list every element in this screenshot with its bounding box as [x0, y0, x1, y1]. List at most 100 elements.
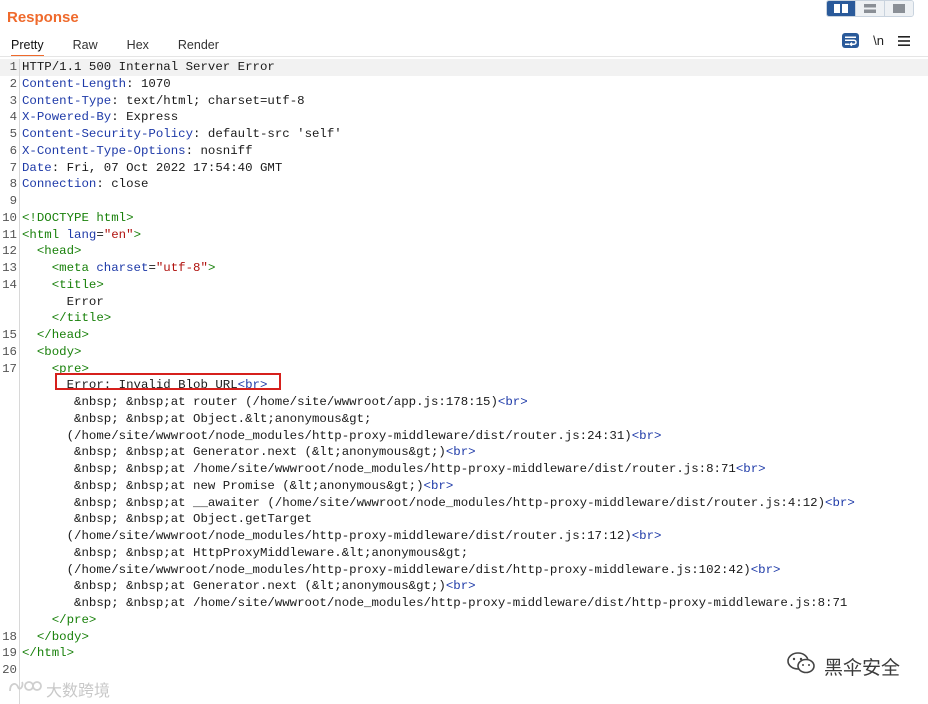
code-token: &nbsp; &nbsp;at /home/site/wwwroot/node_… [22, 596, 848, 610]
code-line: Error [0, 294, 928, 311]
code-line: &nbsp; &nbsp;at new Promise (&lt;anonymo… [0, 478, 928, 495]
watermark-left-text: 大数跨境 [46, 683, 111, 700]
line-code: Content-Security-Policy: default-src 'se… [22, 126, 928, 143]
split-view-icon[interactable] [827, 1, 855, 16]
line-code: (/home/site/wwwroot/node_modules/http-pr… [22, 528, 928, 545]
code-line: &nbsp; &nbsp;at /home/site/wwwroot/node_… [0, 595, 928, 612]
line-code: &nbsp; &nbsp;at __awaiter (/home/site/ww… [22, 495, 928, 512]
line-code: <meta charset="utf-8"> [22, 260, 928, 277]
line-code: &nbsp; &nbsp;at router (/home/site/wwwro… [22, 394, 928, 411]
code-token: > [133, 227, 141, 242]
code-token: Error [22, 294, 104, 309]
code-token: <!DOCTYPE html> [22, 210, 134, 225]
response-editor[interactable]: 1 HTTP/1.1 500 Internal Server Error 2 Cont… [0, 59, 928, 704]
code-line: 10 <!DOCTYPE html> [0, 210, 928, 227]
code-token: </title> [51, 311, 112, 326]
tab-raw[interactable]: Raw [73, 34, 98, 55]
single-view-icon[interactable] [884, 1, 913, 16]
code-token: <meta [51, 261, 97, 275]
code-token: Content-Length [22, 76, 127, 91]
wrap-icon[interactable] [842, 33, 860, 48]
code-line: 6 X-Content-Type-Options: nosniff [0, 143, 928, 160]
code-token: <br> [735, 462, 766, 476]
code-token: &nbsp; &nbsp;at __awaiter (/home/site/ww… [22, 495, 826, 510]
line-code: Content-Type: text/html; charset=utf-8 [22, 93, 928, 110]
line-code: &nbsp; &nbsp;at Generator.next (&lt;anon… [22, 578, 928, 595]
code-token: : 1070 [126, 76, 171, 91]
horizontal-view-icon[interactable] [855, 1, 884, 16]
code-token: </head> [36, 328, 89, 342]
line-code: (/home/site/wwwroot/node_modules/http-pr… [22, 562, 928, 579]
code-token: &nbsp; &nbsp;at Generator.next (&lt;anon… [22, 445, 446, 460]
code-token: : Fri, 07 Oct 2022 17:54:40 GMT [51, 160, 283, 175]
code-token: <br> [631, 529, 662, 543]
tab-pretty[interactable]: Pretty [11, 34, 44, 57]
newline-toggle[interactable]: \n [873, 33, 884, 48]
code-line: &nbsp; &nbsp;at router (/home/site/wwwro… [0, 394, 928, 411]
line-code: &nbsp; &nbsp;at HttpProxyMiddleware.&lt;… [22, 545, 928, 562]
code-token: &nbsp; &nbsp;at /home/site/wwwroot/node_… [22, 462, 736, 476]
code-token: <br> [631, 428, 662, 443]
line-code: &nbsp; &nbsp;at Object.getTarget [22, 511, 928, 528]
code-token: <br> [825, 495, 855, 510]
code-line: 7 Date: Fri, 07 Oct 2022 17:54:40 GMT [0, 160, 928, 177]
line-code: <html lang="en"> [22, 227, 928, 244]
code-line: &nbsp; &nbsp;at HttpProxyMiddleware.&lt;… [0, 545, 928, 562]
editor-tools: \n [842, 33, 910, 48]
line-code: <!DOCTYPE html> [22, 210, 928, 227]
code-token: (/home/site/wwwroot/node_modules/http-pr… [22, 428, 632, 443]
line-code: </body> [22, 629, 928, 646]
code-token: &nbsp; &nbsp;at Object.&lt;anonymous&gt; [22, 411, 372, 426]
line-code: Error [22, 294, 928, 311]
code-line: 9 [0, 193, 928, 210]
code-token: lang [66, 227, 97, 242]
line-number-gutter [19, 59, 20, 704]
code-line: 14 <title> [0, 277, 928, 294]
line-code: X-Content-Type-Options: nosniff [22, 143, 928, 160]
code-token: &nbsp; &nbsp;at Generator.next (&lt;anon… [22, 579, 446, 594]
line-code: <title> [22, 277, 928, 294]
line-code: Date: Fri, 07 Oct 2022 17:54:40 GMT [22, 160, 928, 177]
code-line: &nbsp; &nbsp;at Object.&lt;anonymous&gt; [0, 411, 928, 428]
line-code: </head> [22, 327, 928, 344]
code-line: (/home/site/wwwroot/node_modules/http-pr… [0, 528, 928, 545]
line-code: <body> [22, 344, 928, 361]
code-token: <html [22, 227, 67, 242]
line-code: &nbsp; &nbsp;at Object.&lt;anonymous&gt; [22, 411, 928, 428]
line-code: &nbsp; &nbsp;at Generator.next (&lt;anon… [22, 444, 928, 461]
code-lines: 1 HTTP/1.1 500 Internal Server Error 2 Cont… [0, 59, 928, 679]
view-mode-toggle[interactable] [826, 0, 914, 17]
code-line: 12 <head> [0, 243, 928, 260]
code-token: Content-Security-Policy [22, 127, 194, 141]
code-token: &nbsp; &nbsp;at Object.getTarget [22, 512, 312, 527]
code-token: </html> [22, 646, 75, 661]
tab-hex[interactable]: Hex [127, 34, 149, 55]
tab-render[interactable]: Render [178, 34, 219, 55]
line-code: &nbsp; &nbsp;at /home/site/wwwroot/node_… [22, 595, 928, 612]
line-code: &nbsp; &nbsp;at new Promise (&lt;anonymo… [22, 478, 928, 495]
code-line: (/home/site/wwwroot/node_modules/http-pr… [0, 562, 928, 579]
line-code: HTTP/1.1 500 Internal Server Error [22, 59, 928, 76]
code-line: 13 <meta charset="utf-8"> [0, 260, 928, 277]
watermark-left: 大数跨境 [8, 677, 110, 701]
code-token: </pre> [51, 612, 97, 627]
code-token: : close [96, 177, 149, 192]
tabs-divider [0, 56, 928, 57]
response-tabs: Pretty Raw Hex Render [0, 34, 219, 57]
code-token: <br> [750, 562, 781, 577]
code-token: : text/html; charset=utf-8 [111, 93, 305, 108]
code-line: 1 HTTP/1.1 500 Internal Server Error [0, 59, 928, 76]
code-token: = [148, 261, 156, 275]
code-line: &nbsp; &nbsp;at Object.getTarget [0, 511, 928, 528]
code-line: 5 Content-Security-Policy: default-src 's… [0, 126, 928, 143]
line-code: &nbsp; &nbsp;at /home/site/wwwroot/node_… [22, 461, 928, 478]
code-token: Connection [22, 177, 97, 192]
code-token: X-Content-Type-Options [22, 143, 186, 158]
code-token: Date [22, 160, 52, 175]
menu-icon[interactable] [898, 35, 910, 46]
code-token: <br> [423, 478, 454, 493]
